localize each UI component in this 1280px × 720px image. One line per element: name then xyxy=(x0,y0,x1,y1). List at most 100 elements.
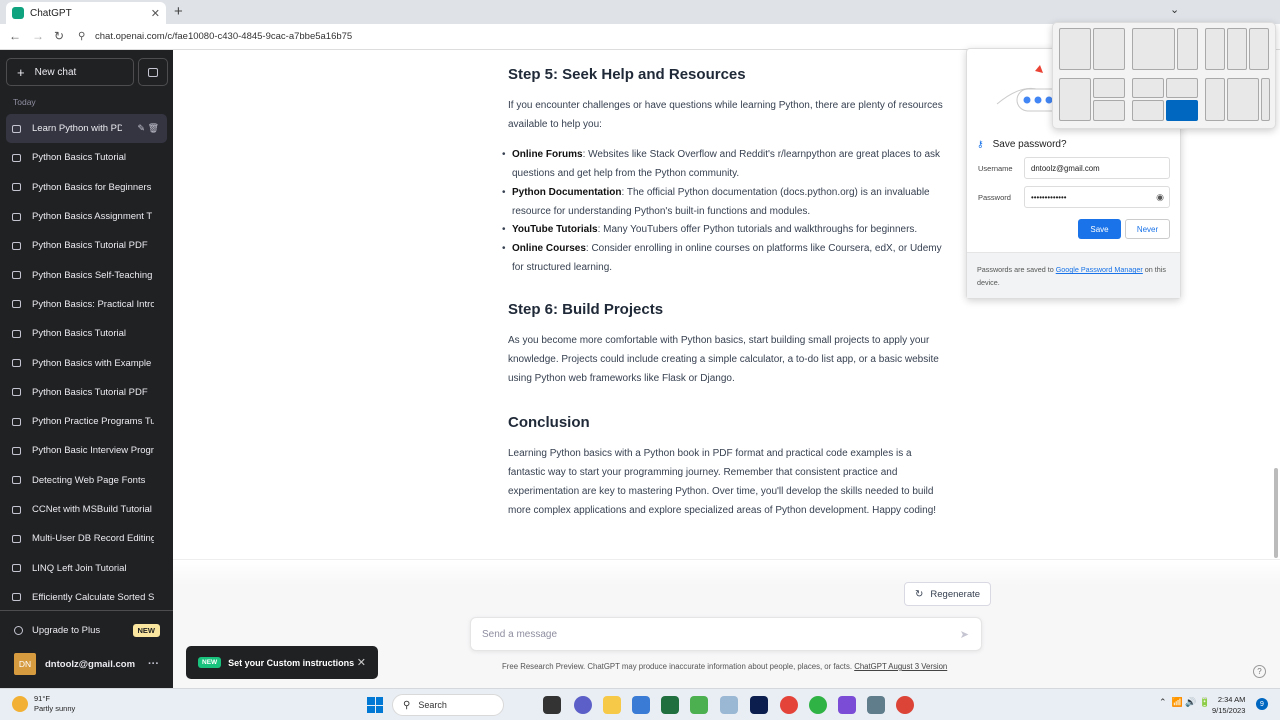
site-info-icon[interactable]: ⚲ xyxy=(78,31,85,42)
step-6-text: As you become more comfortable with Pyth… xyxy=(508,335,939,384)
browser-tab-bar: ChatGPT ✕ + ⌄ xyxy=(0,0,1280,24)
sidebar-chat-item[interactable]: Python Basics Self-Teaching xyxy=(6,260,167,289)
task-view-icon[interactable] xyxy=(543,696,561,714)
tab-close-icon[interactable]: ✕ xyxy=(151,7,160,20)
clock[interactable]: 2:34 AM 9/15/2023 xyxy=(1212,694,1245,716)
sidebar-chat-item[interactable]: Python Practice Programs Tu xyxy=(6,407,167,436)
browser-tab[interactable]: ChatGPT ✕ xyxy=(6,2,166,24)
chat-bubble-icon xyxy=(12,359,21,368)
password-label: Password xyxy=(978,193,1011,202)
sidebar-chat-item[interactable]: Python Basic Interview Progr xyxy=(6,436,167,465)
photoshop-icon[interactable] xyxy=(750,696,768,714)
file-explorer-icon[interactable] xyxy=(603,696,621,714)
snap-layout-cell[interactable] xyxy=(1227,28,1247,70)
app-icon[interactable] xyxy=(867,696,885,714)
upgrade-to-plus-button[interactable]: Upgrade to Plus NEW xyxy=(0,619,173,641)
app-icon[interactable] xyxy=(838,696,856,714)
chat-bubble-icon xyxy=(12,241,21,250)
toast-close-icon[interactable]: ✕ xyxy=(357,656,366,669)
account-menu-button[interactable]: DN dntoolz@gmail.com ··· xyxy=(0,651,173,677)
chat-item-label: Python Basics Tutorial PDF xyxy=(32,386,148,398)
username-label: Username xyxy=(978,164,1013,173)
snap-layout-cell[interactable] xyxy=(1177,28,1198,70)
send-icon[interactable]: ➤ xyxy=(960,628,969,641)
snap-layout-cell[interactable] xyxy=(1132,100,1164,121)
chat-bubble-icon xyxy=(12,183,21,192)
sidebar-chat-item[interactable]: LINQ Left Join Tutorial xyxy=(6,553,167,582)
message-input[interactable]: Send a message ➤ xyxy=(470,617,982,651)
snap-layout-cell[interactable] xyxy=(1227,78,1259,121)
chat-item-label: Python Basics with Example xyxy=(32,357,152,369)
sidebar-chat-item[interactable]: Python Basics: Practical Intro xyxy=(6,290,167,319)
sidebar-chat-item[interactable]: Multi-User DB Record Editing xyxy=(6,524,167,553)
weather-widget[interactable]: 91°F Partly sunny xyxy=(12,694,75,714)
snap-layout-cell[interactable] xyxy=(1132,28,1175,70)
chat-item-label: Python Basics Self-Teaching xyxy=(32,269,153,281)
new-tab-button[interactable]: + xyxy=(174,3,183,20)
save-password-button[interactable]: Save xyxy=(1078,219,1121,239)
custom-instructions-toast[interactable]: NEW Set your Custom instructions ✕ xyxy=(186,646,378,679)
app-icon[interactable] xyxy=(661,696,679,714)
snap-layout-cell[interactable] xyxy=(1205,78,1225,121)
sidebar-chat-item[interactable]: Learn Python with PD ✎ 🗑 xyxy=(6,114,167,144)
version-link[interactable]: ChatGPT August 3 Version xyxy=(854,662,947,671)
chrome-profile-icon[interactable] xyxy=(809,696,827,714)
snap-layout-cell[interactable] xyxy=(1166,78,1198,98)
regenerate-button[interactable]: ↻ Regenerate xyxy=(904,582,992,606)
account-email: dntoolz@gmail.com xyxy=(45,658,136,670)
password-field[interactable]: ••••••••••••• ◉ xyxy=(1024,186,1170,208)
more-options-icon[interactable]: ··· xyxy=(148,658,159,670)
sidebar-chat-item[interactable]: Python Basics Tutorial xyxy=(6,143,167,172)
password-manager-link[interactable]: Google Password Manager xyxy=(1056,265,1143,274)
never-save-button[interactable]: Never xyxy=(1125,219,1170,239)
eye-icon[interactable]: ◉ xyxy=(1156,192,1164,203)
sidebar-chat-item[interactable]: Python Basics for Beginners xyxy=(6,173,167,202)
heading-step-5: Step 5: Seek Help and Resources xyxy=(508,66,746,83)
main-scrollbar[interactable] xyxy=(1274,468,1278,558)
start-button[interactable] xyxy=(367,697,383,713)
snap-layout-cell[interactable] xyxy=(1249,28,1269,70)
chrome-icon[interactable] xyxy=(780,696,798,714)
sidebar-chat-item[interactable]: Efficiently Calculate Sorted S xyxy=(6,583,167,612)
chrome-active-icon[interactable] xyxy=(896,696,914,714)
windows-taskbar: 91°F Partly sunny ⚲ Search ⌃ 📶 🔊 🔋 2:34 … xyxy=(0,688,1280,720)
sidebar-chat-item[interactable]: Python Basics with Example xyxy=(6,348,167,377)
snap-layout-cell[interactable] xyxy=(1132,78,1164,98)
taskbar-search[interactable]: ⚲ Search xyxy=(392,694,504,716)
snap-layout-cell[interactable] xyxy=(1093,78,1125,98)
new-chat-button[interactable]: + New chat xyxy=(6,58,134,86)
chat-item-label: Python Basics Tutorial xyxy=(32,328,126,340)
snap-layout-cell[interactable] xyxy=(1205,28,1225,70)
sidebar-toggle-button[interactable] xyxy=(138,58,168,86)
reload-button[interactable]: ↻ xyxy=(54,29,64,43)
sidebar-chat-item[interactable]: Python Basics Assignment T xyxy=(6,202,167,231)
paint-icon[interactable] xyxy=(720,696,738,714)
sidebar-chat-item[interactable]: Python Basics Tutorial PDF xyxy=(6,378,167,407)
snap-layout-cell[interactable] xyxy=(1059,28,1091,70)
chat-item-label: Python Practice Programs Tu xyxy=(32,416,154,428)
notepad-icon[interactable] xyxy=(690,696,708,714)
back-button[interactable]: ← xyxy=(9,29,21,43)
notification-badge[interactable]: 9 xyxy=(1256,698,1268,710)
snap-layout-cell[interactable] xyxy=(1093,28,1125,70)
snap-layout-cell[interactable] xyxy=(1093,100,1125,121)
snap-layout-cell-selected[interactable] xyxy=(1166,100,1198,121)
help-button[interactable]: ? xyxy=(1253,665,1266,678)
system-tray[interactable]: ⌃ 📶 🔊 🔋 xyxy=(1159,697,1210,708)
tab-search-icon[interactable]: ⌄ xyxy=(1170,3,1179,16)
store-icon[interactable] xyxy=(632,696,650,714)
chatgpt-favicon-icon xyxy=(12,7,24,19)
edit-delete-icons[interactable]: ✎ 🗑 xyxy=(138,123,159,134)
sidebar-chat-item[interactable]: Detecting Web Page Fonts xyxy=(6,466,167,495)
sidebar-chat-item[interactable]: Python Basics Tutorial PDF xyxy=(6,231,167,260)
snap-layout-cell[interactable] xyxy=(1059,78,1091,121)
chat-icon[interactable] xyxy=(574,696,592,714)
snap-layout-cell[interactable] xyxy=(1261,78,1270,121)
url-text[interactable]: chat.openai.com/c/fae10080-c430-4845-9ca… xyxy=(95,31,352,42)
chat-bubble-icon xyxy=(12,212,21,221)
sidebar-chat-item[interactable]: Python Basics Tutorial xyxy=(6,319,167,348)
step-5-intro: If you encounter challenges or have ques… xyxy=(508,100,943,130)
username-field[interactable]: dntoolz@gmail.com xyxy=(1024,157,1170,179)
forward-button[interactable]: → xyxy=(32,29,44,43)
sidebar-chat-item[interactable]: CCNet with MSBuild Tutorial xyxy=(6,495,167,524)
